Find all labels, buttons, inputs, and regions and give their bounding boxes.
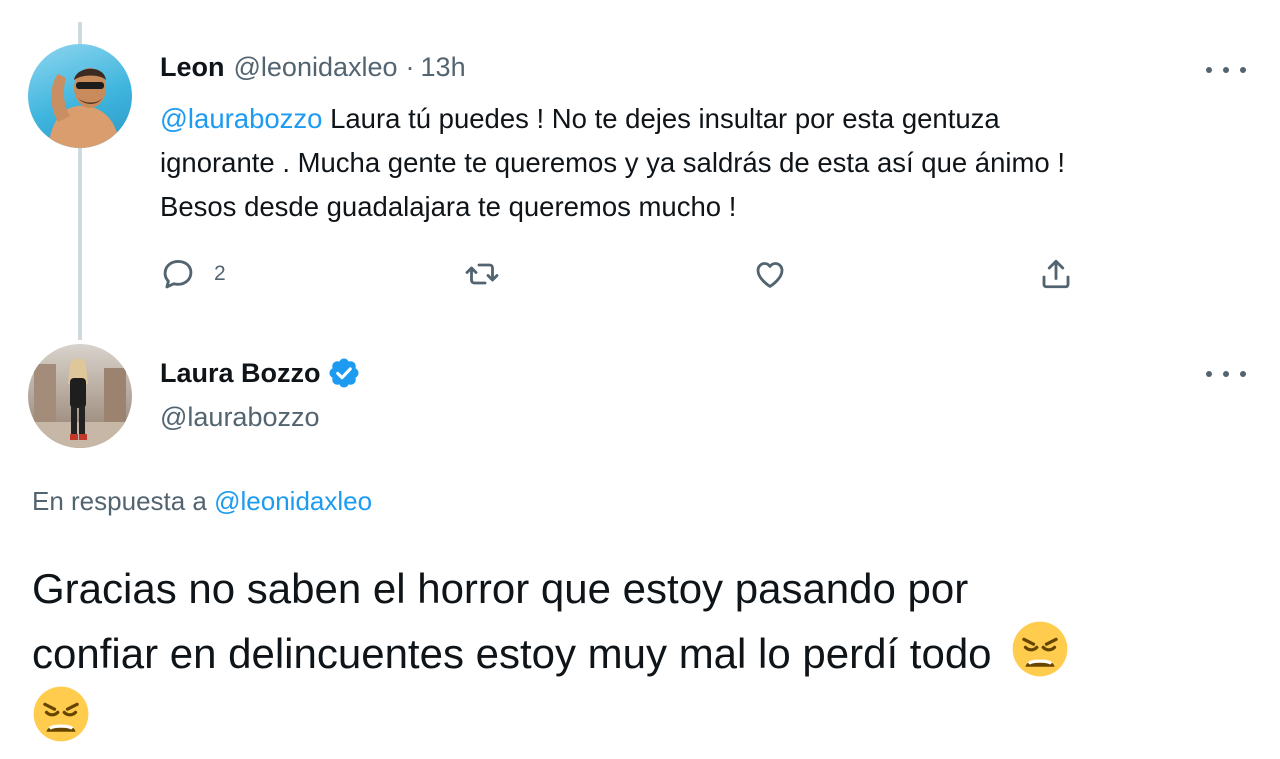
reply-text-line: Gracias no saben el horror que estoy pas… <box>32 565 969 612</box>
mention-link[interactable]: @laurabozzo <box>160 103 322 134</box>
reply-author-handle[interactable]: @laurabozzo <box>160 402 320 433</box>
more-icon <box>1206 371 1212 377</box>
reply-header: Laura Bozzo <box>160 356 361 390</box>
tweet-thread: Leon @leonidaxleo · 13h @laurabozzo Laur… <box>0 0 1280 759</box>
more-icon-dot <box>1240 371 1246 377</box>
tweet-text-line: Besos desde guadalajara te queremos much… <box>160 191 737 222</box>
reply-text-line <box>32 685 1262 750</box>
header-separator: · <box>405 52 415 82</box>
reply-count: 2 <box>214 262 226 285</box>
in-reply-to: En respuesta a @leonidaxleo <box>32 486 372 517</box>
more-icon-dot <box>1240 67 1246 73</box>
retweet-button[interactable] <box>464 256 500 292</box>
verified-badge-icon <box>328 358 359 388</box>
reply-more-button[interactable] <box>1206 360 1246 388</box>
reply-text: Gracias no saben el horror que estoy pas… <box>32 558 1262 750</box>
author-name[interactable]: Leon <box>160 52 225 83</box>
tweet-header: Leon @leonidaxleo · 13h <box>160 52 466 83</box>
share-button[interactable] <box>1038 256 1074 292</box>
tweet-text-line: @laurabozzo Laura tú puedes ! No te deje… <box>160 97 1220 141</box>
weary-face-emoji <box>33 686 89 742</box>
tweet-text: @laurabozzo Laura tú puedes ! No te deje… <box>160 97 1220 229</box>
heart-icon <box>756 262 784 288</box>
reply-text-segment: confiar en delincuentes estoy muy mal lo… <box>32 630 992 677</box>
like-button[interactable] <box>752 256 788 292</box>
reply-button[interactable]: 2 <box>160 256 226 292</box>
reply-text-line: confiar en delincuentes estoy muy mal lo… <box>32 620 1262 685</box>
share-icon <box>1042 259 1070 289</box>
avatar-leon[interactable] <box>28 44 132 148</box>
in-reply-prefix: En respuesta a <box>32 486 207 516</box>
avatar-laura-image <box>28 358 132 448</box>
avatar-leon-image <box>48 68 120 148</box>
more-icon-dot <box>1223 371 1229 377</box>
retweet-icon <box>465 263 499 285</box>
author-handle[interactable]: @leonidaxleo <box>234 52 398 83</box>
tweet-text-segment: Laura tú puedes ! No te dejes insultar p… <box>322 103 1000 134</box>
tweet-text-line: ignorante . Mucha gente te queremos y ya… <box>160 147 1065 178</box>
in-reply-handle-link[interactable]: @leonidaxleo <box>214 486 372 516</box>
more-icon-dot <box>1223 67 1229 73</box>
reply-author-name[interactable]: Laura Bozzo <box>160 358 321 389</box>
more-icon <box>1206 67 1212 73</box>
avatar-laura-bozzo[interactable] <box>28 344 132 448</box>
tweet-timestamp[interactable]: 13h <box>421 52 466 83</box>
more-button[interactable] <box>1206 56 1246 84</box>
reply-icon <box>163 259 193 289</box>
weary-face-emoji <box>1012 621 1068 677</box>
tweet-actions: 2 <box>160 252 1100 296</box>
reply-handle-row: @laurabozzo <box>160 402 320 433</box>
